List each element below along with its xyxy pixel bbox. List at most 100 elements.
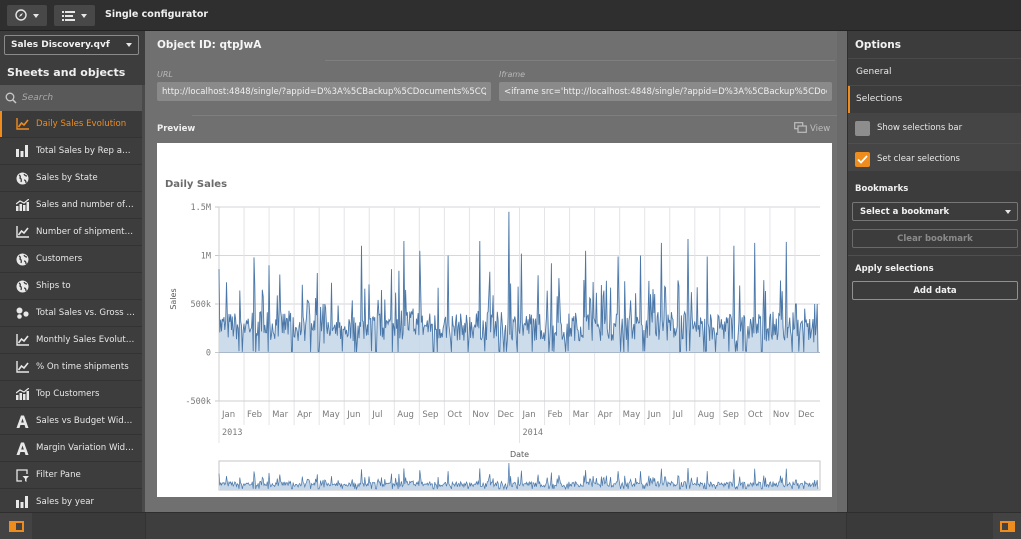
view-label: View [810,124,831,134]
sidebar-title: Sheets and objects [7,66,126,79]
navigation-menu-button[interactable] [7,5,47,26]
sidebar-item[interactable]: Monthly Sales Evolution [0,327,142,354]
sidebar-item-label: Filter Pane [36,470,81,480]
sidebar-item-label: Monthly Sales Evolution [36,335,136,345]
sidebar-item[interactable]: Margin Variation Widget [0,435,142,462]
line-chart-icon [15,333,29,347]
sidebar-item[interactable]: Sales and number of c... [0,192,142,219]
search-box[interactable] [0,85,142,111]
bookmark-select-dropdown[interactable]: Select a bookmark [852,202,1018,221]
x-tick-label: Feb [247,410,262,420]
set-clear-selections-option[interactable]: Set clear selections [848,145,1021,173]
year-label: 2014 [523,428,543,438]
set-clear-selections-checkbox[interactable] [855,151,870,167]
sidebar-item[interactable]: Daily Sales Evolution [0,111,142,138]
line-chart-icon [15,225,29,239]
chevron-down-icon [126,43,132,47]
preview-label: Preview [157,124,196,134]
y-axis-title: Sales [169,288,178,309]
sidebar-item-label: Ships to [36,281,71,291]
compass-icon [15,6,27,25]
sidebar-item[interactable]: Ships to [0,273,142,300]
tab-selections[interactable]: Selections [848,85,1021,113]
sidebar-item[interactable]: Top Customers [0,381,142,408]
sidebar-item[interactable]: Total Sales vs. Gross P... [0,300,142,327]
sidebar-item-label: Sales vs Budget Widget [36,416,136,426]
app-select-dropdown[interactable]: Sales Discovery.qvf [4,35,139,55]
y-tick-label: 500k [191,300,211,310]
list-icon [62,6,75,25]
text-widget-icon [15,441,29,455]
toggle-left-panel-button[interactable] [0,513,32,539]
show-selections-bar-option[interactable]: Show selections bar [848,114,1021,142]
object-list: Daily Sales Evolution Total Sales by Rep … [0,111,142,516]
sidebar-item-label: Number of shipments ... [36,227,136,237]
show-selections-bar-label: Show selections bar [877,123,963,133]
daily-sales-chart[interactable]: 1.5M 1M 500k 0 -500k Jan Feb Mar Apr May Jun Jul Aug… [157,143,832,497]
sidebar-item-label: Customers [36,254,83,264]
y-tick-label: 1M [201,252,211,262]
external-view-icon [794,122,807,136]
iframe-label: Iframe [499,70,526,79]
x-tick-label: Jan [221,410,235,420]
sidebar-item-label: Daily Sales Evolution [36,119,127,129]
x-tick-label: Jan [522,410,536,420]
x-tick-label: Apr [297,410,312,420]
toggle-right-panel-button[interactable] [993,513,1021,539]
view-button[interactable]: View [794,122,830,136]
bookmark-select-value: Select a bookmark [860,206,950,217]
search-input[interactable] [22,93,132,103]
scatter-plot-icon [15,306,29,320]
panel-toggle-icon [999,521,1015,532]
apply-selections-label: Apply selections [855,264,934,274]
sidebar-item-label: Sales by year [36,497,95,507]
global-menu-button[interactable] [54,5,95,26]
chart-preview-card: Daily Sales 1.5M 1M 500k 0 -500k Jan Feb Mar Apr… [157,143,832,497]
x-tick-label: Mar [272,410,289,420]
sidebar-item[interactable]: % On time shipments [0,354,142,381]
x-tick-label: Sep [422,410,438,420]
year-label: 2013 [222,428,242,438]
sidebar-item[interactable]: Number of shipments ... [0,219,142,246]
divider [848,143,1021,144]
url-field[interactable] [157,82,491,101]
map-icon [15,171,29,185]
sidebar-item[interactable]: Sales by State [0,165,142,192]
y-tick-label: -500k [185,397,211,407]
sidebar-item[interactable]: Sales vs Budget Widget [0,408,142,435]
sidebar-item[interactable]: Filter Pane [0,462,142,489]
filter-pane-icon [15,468,29,482]
center-scrollbar[interactable] [837,31,847,512]
clear-bookmark-button[interactable]: Clear bookmark [852,229,1018,248]
x-tick-label: Apr [598,410,613,420]
options-panel: Options General Selections Show selectio… [847,31,1021,512]
app-window: Single configurator Sales Discovery.qvf … [0,0,1021,539]
iframe-field[interactable] [499,82,832,101]
tab-general[interactable]: General [848,58,1021,85]
x-tick-label: May [322,410,340,420]
sidebar-item-label: Margin Variation Widget [36,443,136,453]
bar-chart-icon [15,495,29,509]
sidebar-item[interactable]: Customers [0,246,142,273]
show-selections-bar-checkbox[interactable] [855,120,870,136]
x-tick-label: Jul [672,410,683,420]
bottom-bar [0,512,1021,539]
x-tick-label: Sep [723,410,739,420]
add-data-button[interactable]: Add data [852,281,1018,300]
sidebar-item-label: Top Customers [36,389,100,399]
x-tick-label: Oct [748,410,763,420]
x-tick-label: May [623,410,641,420]
bottom-bar-center [145,513,847,539]
y-tick-label: 0 [206,349,211,359]
divider [848,255,1021,256]
sidebar-item-label: Total Sales by Rep and ... [36,146,136,156]
sidebar-item-label: Sales and number of c... [36,200,136,210]
text-widget-icon [15,414,29,428]
search-icon [5,89,17,108]
tab-general-label: General [856,67,892,77]
x-axis-title: Date [510,450,529,459]
sidebar-item[interactable]: Total Sales by Rep and ... [0,138,142,165]
bar-chart-icon [15,144,29,158]
tab-selections-label: Selections [856,94,903,104]
object-details-panel: Object ID: qtpJwA URL Iframe Preview Vie… [145,31,847,512]
